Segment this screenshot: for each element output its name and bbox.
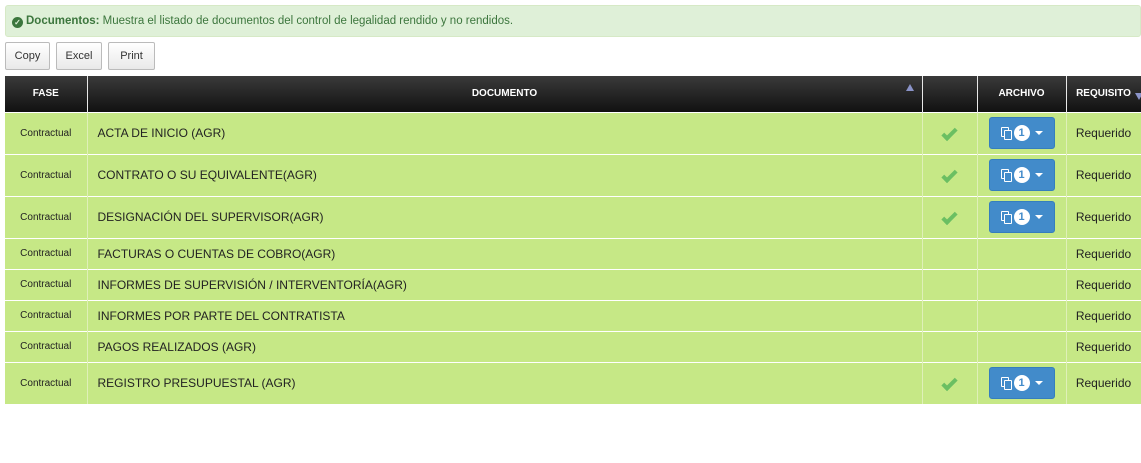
table-row: Contractual REGISTRO PRESUPUESTAL (AGR) 1 R… (5, 361, 1141, 404)
column-header-estado[interactable] (922, 76, 978, 112)
cell-documento: INFORMES POR PARTE DEL CONTRATISTA (87, 299, 923, 331)
info-title: Documentos: (26, 15, 100, 27)
cell-archivo (977, 268, 1067, 300)
files-icon (1000, 169, 1012, 182)
files-dropdown-button[interactable]: 1 (988, 201, 1055, 233)
info-text: Muestra el listado de documentos del con… (99, 15, 514, 27)
cell-requisito: Requerido (1066, 361, 1141, 404)
cell-requisito: Requerido (1066, 111, 1141, 154)
caret-down-icon (1034, 381, 1043, 386)
export-buttons: Copy Excel Print (5, 42, 155, 70)
files-dropdown-button[interactable]: 1 (988, 159, 1055, 191)
print-button[interactable]: Print (108, 42, 155, 70)
sort-descending-icon (1134, 93, 1141, 100)
files-dropdown-button[interactable]: 1 (988, 117, 1055, 149)
column-header-documento[interactable]: DOCUMENTO (87, 76, 923, 112)
check-circle-icon: ✓ (12, 17, 23, 28)
cell-estado (922, 153, 978, 196)
cell-fase: Contractual (5, 237, 88, 269)
cell-archivo: 1 (977, 111, 1067, 154)
cell-requisito: Requerido (1066, 330, 1141, 362)
info-alert: ✓ Documentos: Muestra el listado de docum… (5, 5, 1141, 37)
cell-documento: REGISTRO PRESUPUESTAL (AGR) (87, 361, 923, 404)
column-header-fase[interactable]: FASE (5, 76, 88, 112)
cell-estado (922, 361, 978, 404)
cell-estado (922, 268, 978, 300)
cell-fase: Contractual (5, 195, 88, 238)
cell-documento: CONTRATO O SU EQUIVALENTE(AGR) (87, 153, 923, 196)
cell-requisito: Requerido (1066, 268, 1141, 300)
table-body: Contractual ACTA DE INICIO (AGR) 1 Requerid… (5, 111, 1141, 404)
table-row: Contractual PAGOS REALIZADOS (AGR) Requeri… (5, 330, 1141, 362)
file-count-badge: 1 (1013, 209, 1030, 225)
caret-down-icon (1034, 215, 1043, 219)
cell-requisito: Requerido (1066, 195, 1141, 238)
cell-documento: INFORMES DE SUPERVISIÓN / INTERVENTORÍA(… (87, 268, 923, 300)
column-header-requisito[interactable]: REQUISITO (1066, 76, 1141, 112)
column-header-documento-label: DOCUMENTO (471, 88, 538, 100)
checkmark-icon (941, 124, 958, 142)
table-row: Contractual CONTRATO O SU EQUIVALENTE(AGR… (5, 153, 1141, 196)
excel-button[interactable]: Excel (56, 42, 102, 70)
cell-fase: Contractual (5, 153, 88, 196)
cell-archivo (977, 330, 1067, 362)
file-count-badge: 1 (1013, 375, 1030, 392)
table-row: Contractual INFORMES DE SUPERVISIÓN / INT… (5, 268, 1141, 300)
files-icon (1000, 211, 1012, 224)
cell-requisito: Requerido (1066, 237, 1141, 269)
cell-requisito: Requerido (1066, 299, 1141, 331)
documents-table: FASE DOCUMENTO ARCHIVO REQUISITO Contrac… (5, 76, 1141, 404)
cell-estado (922, 195, 978, 238)
cell-fase: Contractual (5, 111, 88, 154)
checkmark-icon (941, 375, 958, 392)
files-icon (1000, 377, 1012, 391)
table-row: Contractual DESIGNACIÓN DEL SUPERVISOR(AG… (5, 195, 1141, 238)
copy-button[interactable]: Copy (5, 42, 50, 70)
cell-documento: ACTA DE INICIO (AGR) (87, 111, 923, 154)
cell-estado (922, 111, 978, 154)
cell-estado (922, 299, 978, 331)
cell-documento: DESIGNACIÓN DEL SUPERVISOR(AGR) (87, 195, 923, 238)
cell-documento: PAGOS REALIZADOS (AGR) (87, 330, 923, 362)
cell-archivo (977, 299, 1067, 331)
cell-estado (922, 237, 978, 269)
file-count-badge: 1 (1013, 167, 1030, 183)
files-dropdown-button[interactable]: 1 (988, 367, 1055, 400)
cell-archivo: 1 (977, 361, 1067, 404)
cell-archivo (977, 237, 1067, 269)
cell-archivo: 1 (977, 153, 1067, 196)
cell-requisito: Requerido (1066, 153, 1141, 196)
cell-fase: Contractual (5, 361, 88, 404)
caret-down-icon (1034, 173, 1043, 177)
cell-estado (922, 330, 978, 362)
column-header-archivo[interactable]: ARCHIVO (977, 76, 1067, 112)
table-row: Contractual FACTURAS O CUENTAS DE COBRO(A… (5, 237, 1141, 269)
table-row: Contractual ACTA DE INICIO (AGR) 1 Requerid… (5, 111, 1141, 154)
checkmark-icon (941, 208, 958, 226)
cell-fase: Contractual (5, 268, 88, 300)
file-count-badge: 1 (1013, 125, 1030, 141)
cell-archivo: 1 (977, 195, 1067, 238)
table-header-row: FASE DOCUMENTO ARCHIVO REQUISITO (5, 76, 1141, 112)
cell-fase: Contractual (5, 330, 88, 362)
checkmark-icon (941, 166, 958, 184)
cell-fase: Contractual (5, 299, 88, 331)
column-header-requisito-label: REQUISITO (1076, 88, 1131, 100)
files-icon (1000, 127, 1012, 140)
cell-documento: FACTURAS O CUENTAS DE COBRO(AGR) (87, 237, 923, 269)
table-row: Contractual INFORMES POR PARTE DEL CONTRA… (5, 299, 1141, 331)
sort-ascending-icon (905, 84, 914, 91)
caret-down-icon (1034, 131, 1043, 135)
